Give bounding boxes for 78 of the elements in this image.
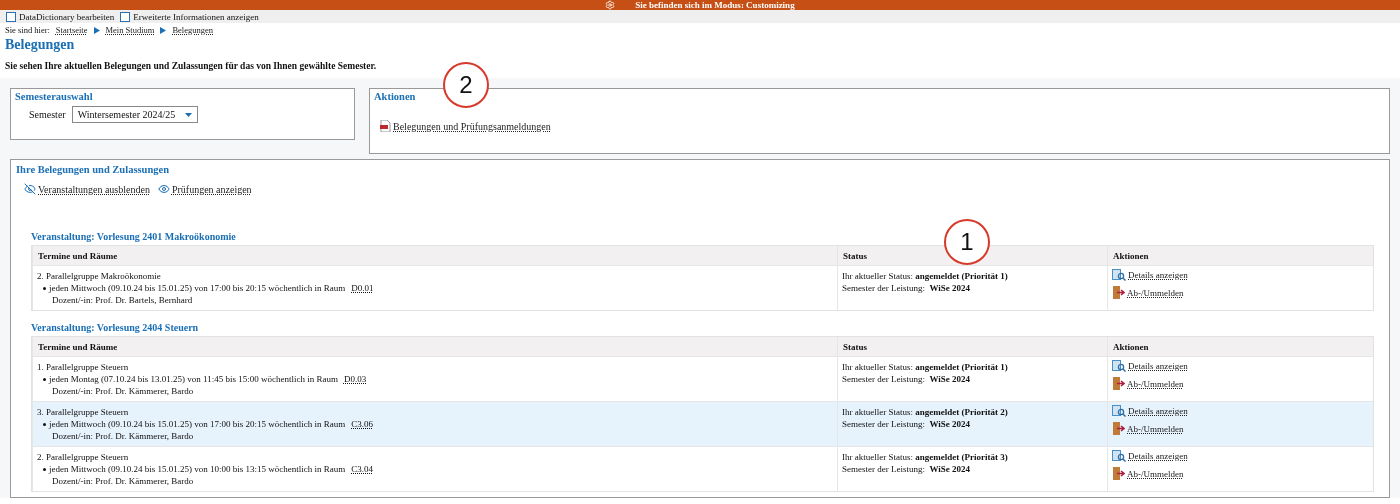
action-link[interactable]: Ab-/Ummelden [1112,422,1369,435]
toggle-link[interactable]: Veranstaltungen ausblenden [24,183,150,195]
status-text: Ihr aktueller Status: angemeldet (Priorität 1) [842,270,1009,282]
checkbox-label: Erweiterte Informationen anzeigen [133,11,259,22]
document-search-icon [1112,269,1126,281]
status-text: Ihr aktueller Status: angemeldet (Priorität 2) [842,406,1009,418]
toggle-link[interactable]: Prüfungen anzeigen [157,183,252,195]
checkbox[interactable] [6,11,16,22]
breadcrumb-label: Sie sind hier: [5,25,50,35]
panel-title: Aktionen [374,91,417,102]
pdf-icon [380,120,391,132]
bullet-icon [43,423,46,426]
room-link[interactable]: D0.03 [343,373,367,385]
panel-title: Ihre Belegungen und Zulassungen [16,164,170,175]
mode-text: Sie befinden sich im Modus: Customizing [635,0,795,10]
column-header: Termine und Räume [32,246,837,265]
bullet-icon [43,468,46,471]
status-text: Ihr aktueller Status: angemeldet (Priorität 1) [842,361,1009,373]
schedule-text: jeden Montag (07.10.24 bis 13.01.25) von 11:45 bis 15:00 wöchentlich in Raum [49,373,338,385]
group-name: 2. Parallelgruppe Steuern [37,451,130,463]
door-exit-icon [1112,467,1125,480]
document-search-icon [1112,450,1126,462]
semester-text: Semester der Leistung: WiSe 2024 [842,282,972,294]
checkbox-label: DataDictionary bearbeiten [19,11,115,22]
semester-select[interactable]: Wintersemester 2024/25 [71,106,199,123]
panel-title: Semesterauswahl [15,91,94,102]
semester-text: Semester der Leistung: WiSe 2024 [842,418,972,430]
document-search-icon [1112,360,1126,372]
course-heading: Veranstaltung: Vorlesung 2404 Steuern [31,322,199,333]
breadcrumb-link[interactable]: Belegungen [172,25,213,35]
document-search-icon [1112,405,1126,417]
caret-icon [185,112,193,117]
intro-text: Sie sehen Ihre aktuellen Belegungen und Zulassungen für das von Ihnen gewählte Semester. [4,61,378,71]
lecturer-text: Dozent/-in: Prof. Dr. Kämmerer, Bardo [51,475,195,487]
bullet-icon [43,287,46,290]
action-link[interactable]: Details anzeigen [1112,405,1369,417]
chevron-icon [160,26,167,34]
course-heading: Veranstaltung: Vorlesung 2401 Makroökonomie [31,231,236,242]
column-header: Aktionen [1107,246,1373,265]
semester-label: Semester [29,109,66,120]
schedule-text: jeden Mittwoch (09.10.24 bis 15.01.25) von 17:00 bis 20:15 wöchentlich in Raum [49,418,346,430]
door-exit-icon [1112,377,1125,390]
room-link[interactable]: C3.06 [351,418,373,430]
schedule-text: jeden Mittwoch (09.10.24 bis 15.01.25) von 17:00 bis 20:15 wöchentlich in Raum [49,282,346,294]
column-header: Status [837,337,1107,356]
column-header: Aktionen [1107,337,1373,356]
door-exit-icon [1112,286,1125,299]
lecturer-text: Dozent/-in: Prof. Dr. Kämmerer, Bardo [51,385,195,397]
settings-icon[interactable] [605,0,616,10]
eye-icon [157,183,170,195]
semester-text: Semester der Leistung: WiSe 2024 [842,463,972,475]
action-link[interactable]: Details anzeigen [1112,269,1369,281]
door-exit-icon [1112,422,1125,435]
page-title: Belegungen [4,37,76,54]
room-link[interactable]: D0.01 [351,282,374,294]
action-link[interactable]: Details anzeigen [1112,450,1369,462]
room-link[interactable]: C3.04 [351,463,373,475]
chevron-icon [93,26,100,34]
lecturer-text: Dozent/-in: Prof. Dr. Kämmerer, Bardo [51,430,195,442]
eye-off-icon [24,183,36,195]
status-text: Ihr aktueller Status: angemeldet (Priorität 3) [842,451,1009,463]
action-link[interactable]: Ab-/Ummelden [1112,286,1369,299]
bullet-icon [43,378,46,381]
column-header: Termine und Räume [32,337,837,356]
group-name: 1. Parallelgruppe Steuern [37,361,130,373]
action-link[interactable]: Details anzeigen [1112,360,1369,372]
group-name: 3. Parallelgruppe Steuern [37,406,130,418]
callout-marker: 2 [443,62,489,108]
breadcrumb-link[interactable]: Startseite [55,25,88,35]
checkbox[interactable] [120,11,131,22]
action-link[interactable]: Ab-/Ummelden [1112,377,1369,390]
group-name: 2. Parallelgruppe Makroökonomie [37,270,162,282]
pdf-link[interactable]: Belegungen und Prüfungsanmeldungen [380,120,551,132]
breadcrumb-link[interactable]: Mein Studium [105,25,155,35]
semester-text: Semester der Leistung: WiSe 2024 [842,373,972,385]
action-link[interactable]: Ab-/Ummelden [1112,467,1369,480]
lecturer-text: Dozent/-in: Prof. Dr. Bartels, Bernhard [51,294,194,306]
schedule-text: jeden Mittwoch (09.10.24 bis 15.01.25) von 10:00 bis 13:15 wöchentlich in Raum [49,463,346,475]
